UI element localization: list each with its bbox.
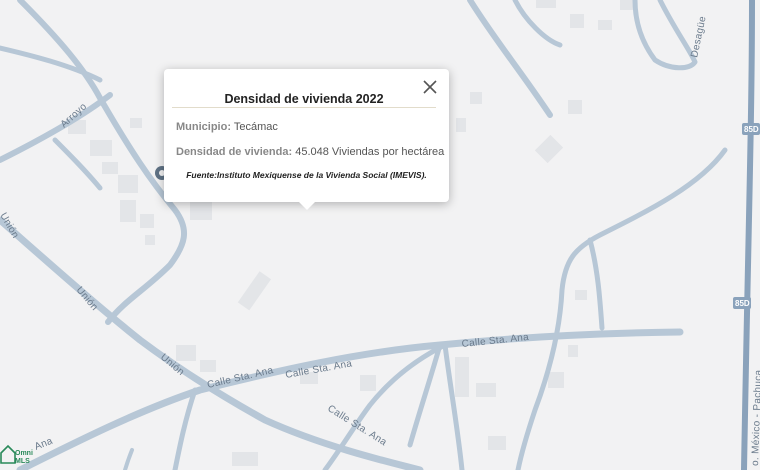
highway-mexico-pachuca	[741, 0, 755, 470]
road-label: Calle Sta. Ana	[206, 365, 274, 391]
road-label: Unión	[0, 211, 21, 240]
road-label: Calle Sta. Ana	[461, 332, 529, 350]
route-shield: 85D	[742, 123, 760, 135]
municipio-row: Municipio: Tecámac	[176, 121, 278, 133]
svg-text:Omni: Omni	[15, 450, 33, 457]
svg-text:85D: 85D	[735, 299, 750, 308]
svg-text:85D: 85D	[744, 125, 759, 134]
densidad-label: Densidad de vivienda:	[176, 146, 293, 158]
municipio-label: Municipio:	[176, 121, 231, 133]
omni-logo: Omni MLS	[0, 444, 33, 465]
densidad-value: 45.048 Viviendas por hectárea	[295, 146, 445, 158]
popup-source: Fuente:Instituto Mexiquense de la Vivien…	[186, 170, 427, 180]
municipio-value: Tecámac	[233, 121, 278, 133]
popup-title: Densidad de vivienda 2022	[224, 92, 384, 106]
road-label: Calle Sta. Ana	[325, 403, 388, 448]
road-label: Desagüe	[689, 15, 709, 59]
road-label: o. México - Pachuca	[750, 369, 760, 466]
popup-divider	[172, 107, 436, 108]
info-popup: Densidad de vivienda 2022 Municipio: Tec…	[164, 69, 449, 210]
densidad-row: Densidad de vivienda: 45.048 Viviendas p…	[176, 146, 444, 158]
svg-text:MLS: MLS	[15, 458, 30, 465]
route-shield: 85D	[733, 297, 751, 309]
